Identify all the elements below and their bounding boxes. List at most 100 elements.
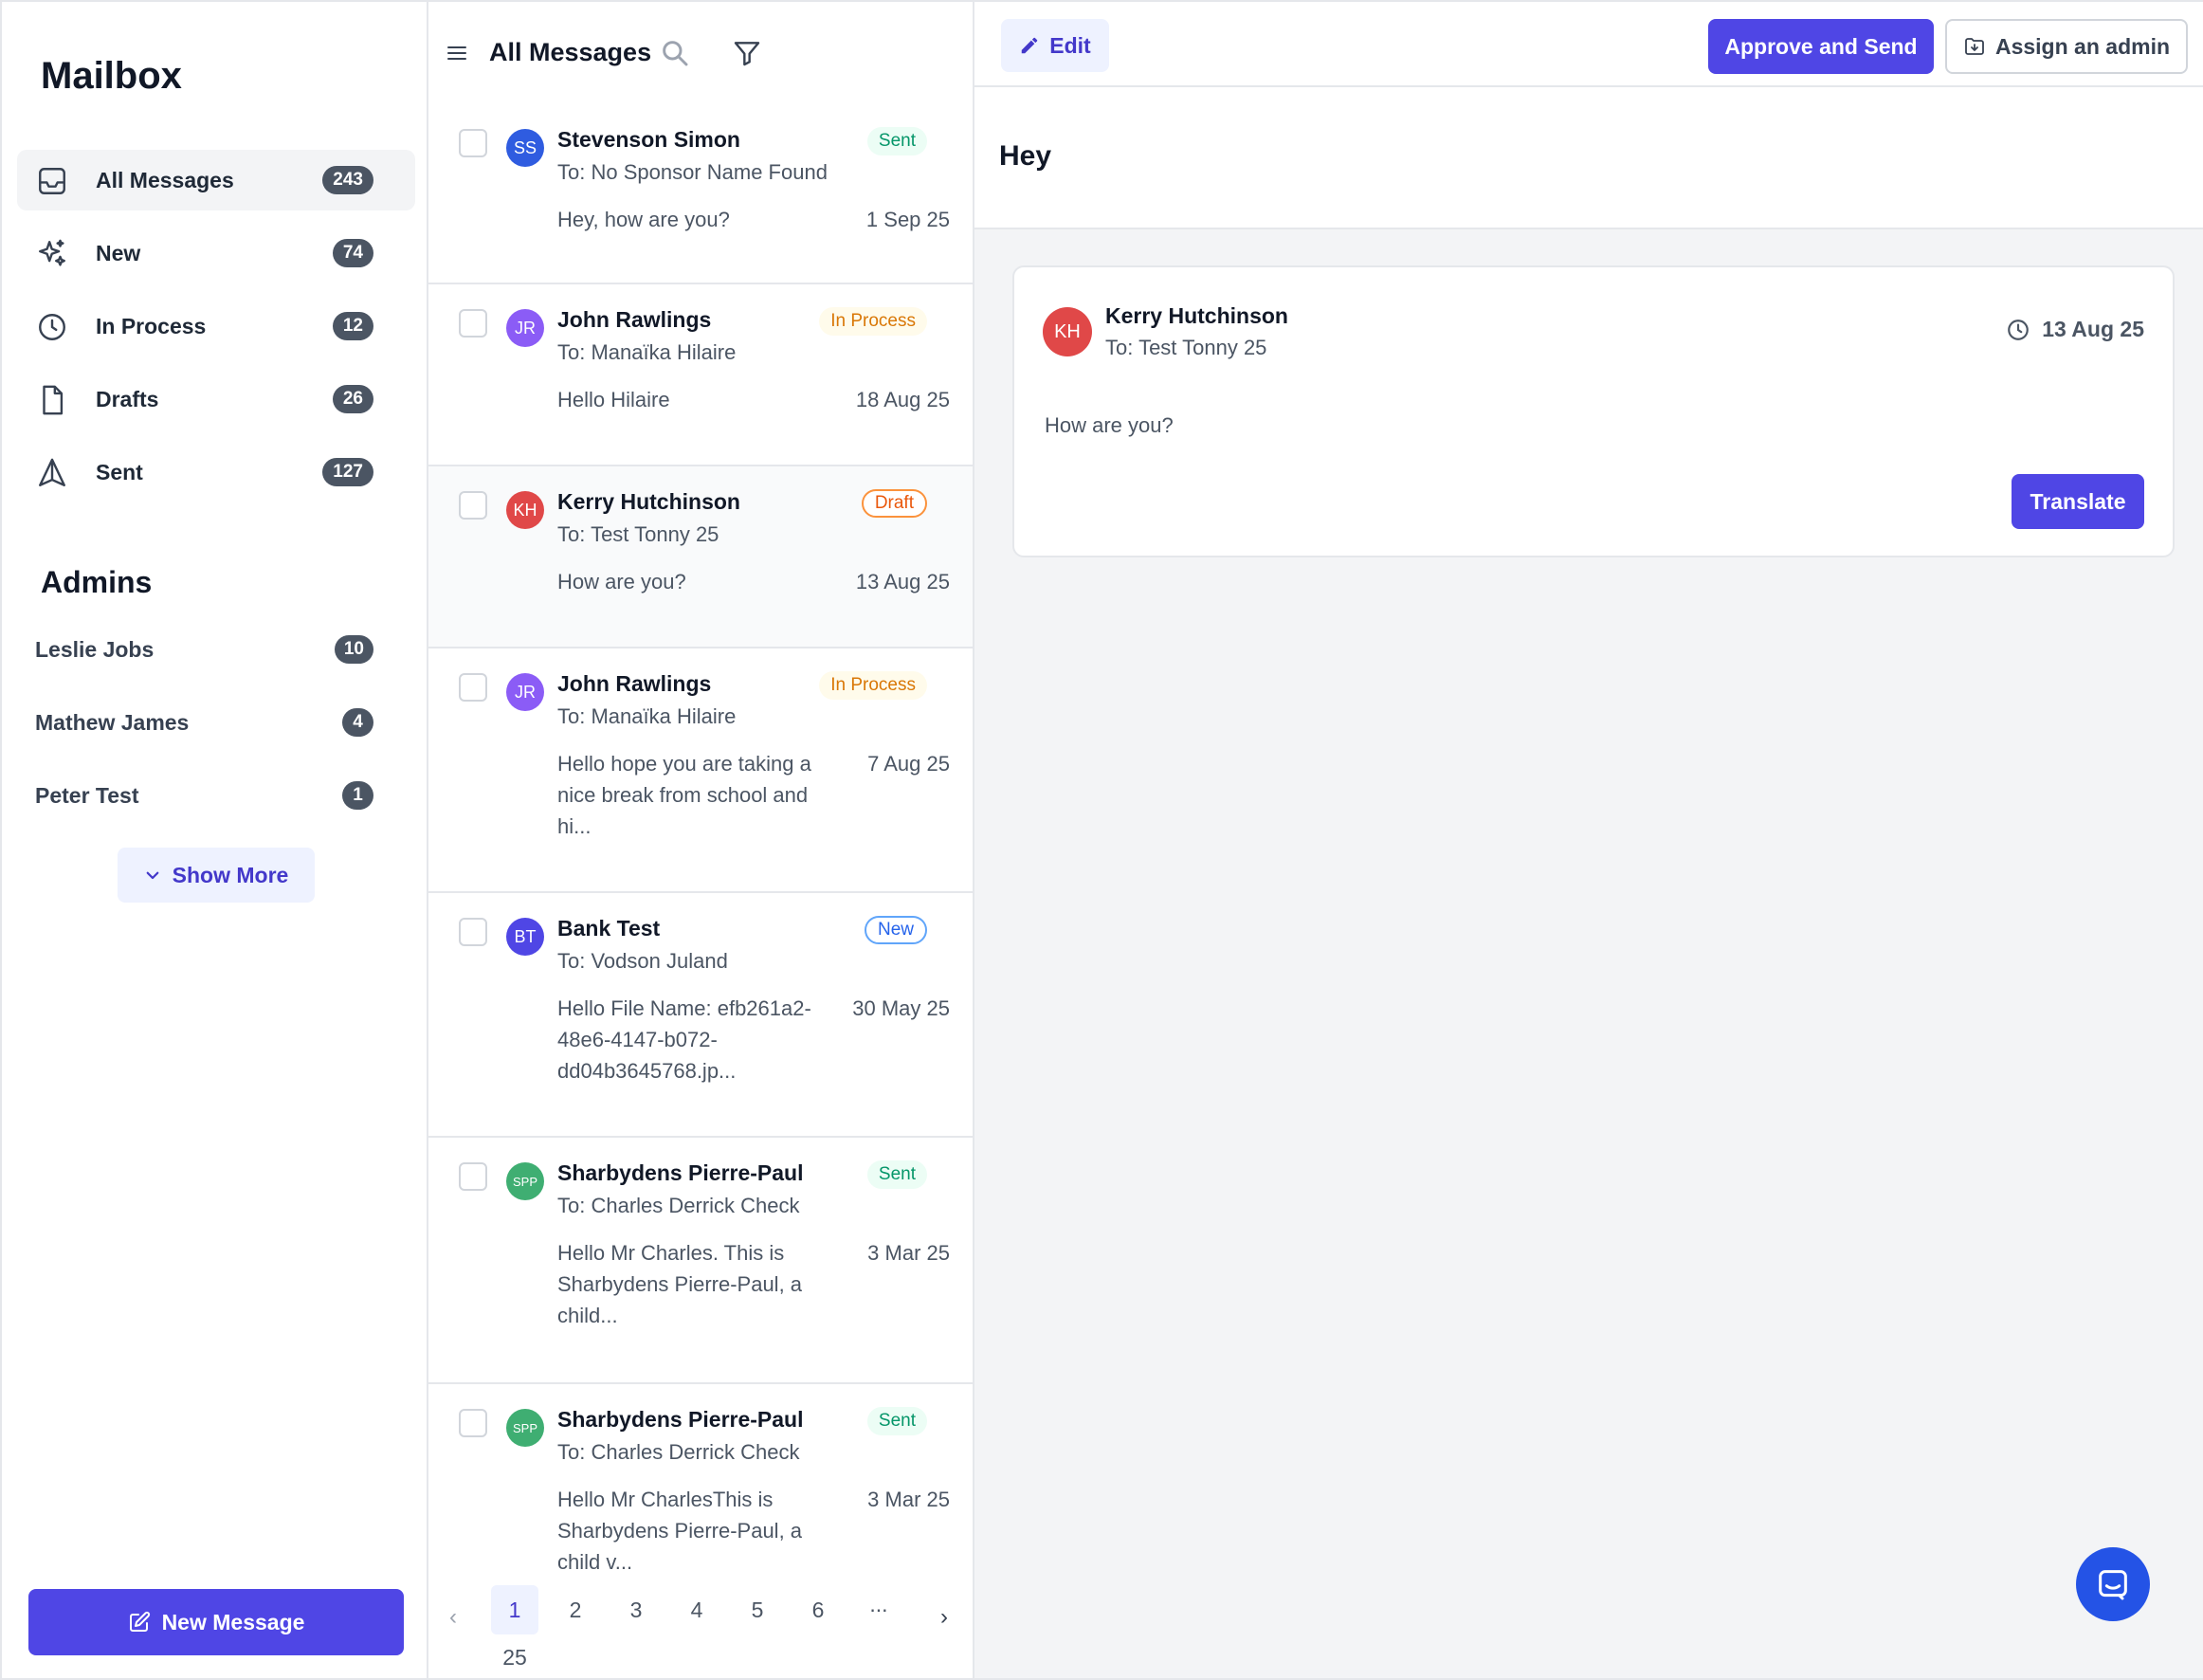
- status-badge: Draft: [861, 489, 927, 518]
- mailbox-nav: All Messages 243 New 74 In Process 12 Dr…: [17, 150, 415, 515]
- nav-label: New: [96, 240, 141, 265]
- inbox-icon: [39, 168, 65, 194]
- avatar: KH: [506, 491, 544, 529]
- nav-count: 243: [322, 166, 373, 194]
- message-recipient: To: Manaïka Hilaire: [557, 340, 737, 364]
- message-recipient: To: No Sponsor Name Found: [557, 160, 828, 184]
- avatar: SPP: [506, 1409, 544, 1447]
- message-sender: Bank Test: [557, 916, 661, 940]
- message-sender: Kerry Hutchinson: [557, 489, 740, 514]
- message-sender: Kerry Hutchinson: [1105, 303, 1288, 328]
- page-4[interactable]: 4: [673, 1585, 720, 1634]
- nav-count: 74: [332, 239, 373, 267]
- admin-label: Peter Test: [35, 782, 139, 808]
- edit-label: Edit: [1049, 32, 1091, 58]
- page-last[interactable]: 25: [491, 1633, 538, 1678]
- row-checkbox[interactable]: [459, 1409, 487, 1437]
- status-badge: Sent: [866, 127, 927, 155]
- nav-item-in-process[interactable]: In Process 12: [17, 296, 415, 356]
- message-recipient: To: Manaïka Hilaire: [557, 704, 737, 728]
- sparkle-icon: [39, 239, 65, 266]
- message-sender: John Rawlings: [557, 671, 712, 696]
- row-checkbox[interactable]: [459, 309, 487, 338]
- message-date-text: 13 Aug 25: [2042, 317, 2144, 341]
- page-6[interactable]: 6: [794, 1585, 842, 1634]
- message-preview: Hello File Name: efb261a2-48e6-4147-b072…: [557, 996, 811, 1083]
- nav-label: All Messages: [96, 167, 234, 192]
- nav-count: 127: [322, 458, 373, 486]
- status-badge: Sent: [866, 1407, 927, 1435]
- status-badge: In Process: [819, 671, 927, 700]
- admin-count: 4: [342, 708, 373, 737]
- message-preview: How are you?: [557, 570, 686, 593]
- previous-page-icon[interactable]: ‹: [449, 1604, 457, 1631]
- admin-item-mathew-james[interactable]: Mathew James 4: [17, 692, 415, 753]
- status-badge: In Process: [819, 307, 927, 336]
- message-sender: John Rawlings: [557, 307, 712, 332]
- admins-list: Leslie Jobs 10 Mathew James 4 Peter Test…: [17, 619, 415, 838]
- page-2[interactable]: 2: [552, 1585, 599, 1634]
- filter-icon[interactable]: [732, 38, 762, 68]
- compose-icon: [129, 1611, 150, 1632]
- nav-item-sent[interactable]: Sent 127: [17, 442, 415, 502]
- message-row[interactable]: SS Stevenson Simon Sent To: No Sponsor N…: [428, 104, 973, 284]
- assign-admin-button[interactable]: Assign an admin: [1945, 19, 2188, 74]
- message-recipient: To: Test Tonny 25: [557, 522, 719, 546]
- avatar: JR: [506, 673, 544, 711]
- row-checkbox[interactable]: [459, 918, 487, 946]
- chat-support-button[interactable]: [2076, 1547, 2150, 1621]
- avatar: KH: [1043, 307, 1092, 356]
- nav-item-drafts[interactable]: Drafts 26: [17, 369, 415, 429]
- page-ellipsis[interactable]: ...: [855, 1580, 902, 1629]
- list-title: All Messages: [489, 38, 652, 66]
- row-checkbox[interactable]: [459, 491, 487, 520]
- row-checkbox[interactable]: [459, 673, 487, 702]
- admin-item-peter-test[interactable]: Peter Test 1: [17, 765, 415, 826]
- message-preview: Hello Hilaire: [557, 388, 670, 411]
- row-checkbox[interactable]: [459, 129, 487, 157]
- nav-label: In Process: [96, 313, 207, 338]
- message-recipient: To: Test Tonny 25: [1105, 336, 1267, 359]
- approve-and-send-button[interactable]: Approve and Send: [1708, 19, 1934, 74]
- message-preview: Hey, how are you?: [557, 208, 730, 231]
- message-row-selected[interactable]: KH Kerry Hutchinson Draft To: Test Tonny…: [428, 466, 973, 648]
- message-recipient: To: Charles Derrick Check: [557, 1440, 800, 1464]
- page-5[interactable]: 5: [734, 1585, 781, 1634]
- app-window: Mailbox All Messages 243 New 74 In Proce…: [0, 0, 2203, 1680]
- message-date: 30 May 25: [852, 996, 950, 1020]
- document-icon: [43, 385, 64, 415]
- message-row[interactable]: JR John Rawlings In Process To: Manaïka …: [428, 648, 973, 893]
- message-detail-pane: Edit Approve and Send Assign an admin He…: [974, 2, 2203, 1678]
- nav-count: 12: [332, 312, 373, 340]
- translate-button[interactable]: Translate: [2012, 474, 2144, 529]
- menu-icon[interactable]: [446, 42, 468, 64]
- message-card: KH Kerry Hutchinson To: Test Tonny 25 13…: [1012, 265, 2175, 557]
- detail-toolbar: Edit Approve and Send Assign an admin: [974, 2, 2203, 87]
- avatar: SPP: [506, 1162, 544, 1200]
- message-sender: Sharbydens Pierre-Paul: [557, 1160, 804, 1185]
- show-more-button[interactable]: Show More: [118, 848, 315, 903]
- row-checkbox[interactable]: [459, 1162, 487, 1191]
- nav-item-new[interactable]: New 74: [17, 223, 415, 283]
- message-list-pane: All Messages SS Stevenson Simon Sent To:…: [428, 2, 974, 1678]
- search-icon[interactable]: [660, 38, 690, 68]
- message-recipient: To: Charles Derrick Check: [557, 1194, 800, 1217]
- message-row[interactable]: JR John Rawlings In Process To: Manaïka …: [428, 284, 973, 466]
- avatar: BT: [506, 918, 544, 956]
- page-1[interactable]: 1: [491, 1585, 538, 1634]
- page-3[interactable]: 3: [612, 1585, 660, 1634]
- admin-item-leslie-jobs[interactable]: Leslie Jobs 10: [17, 619, 415, 680]
- next-page-icon[interactable]: ›: [940, 1604, 948, 1631]
- message-row[interactable]: SPP Sharbydens Pierre-Paul Sent To: Char…: [428, 1138, 973, 1384]
- avatar: JR: [506, 309, 544, 347]
- assign-label: Assign an admin: [1994, 33, 2171, 59]
- edit-button[interactable]: Edit: [1001, 19, 1109, 72]
- nav-label: Drafts: [96, 386, 159, 411]
- pagination: ‹ 1 2 3 4 5 6 ... › 25: [428, 1580, 973, 1678]
- new-message-button[interactable]: New Message: [28, 1589, 404, 1655]
- message-date: 3 Mar 25: [867, 1488, 950, 1511]
- nav-item-all-messages[interactable]: All Messages 243: [17, 150, 415, 210]
- message-date: 18 Aug 25: [855, 388, 950, 411]
- message-row[interactable]: BT Bank Test New To: Vodson Juland Hello…: [428, 893, 973, 1138]
- nav-label: Sent: [96, 459, 143, 484]
